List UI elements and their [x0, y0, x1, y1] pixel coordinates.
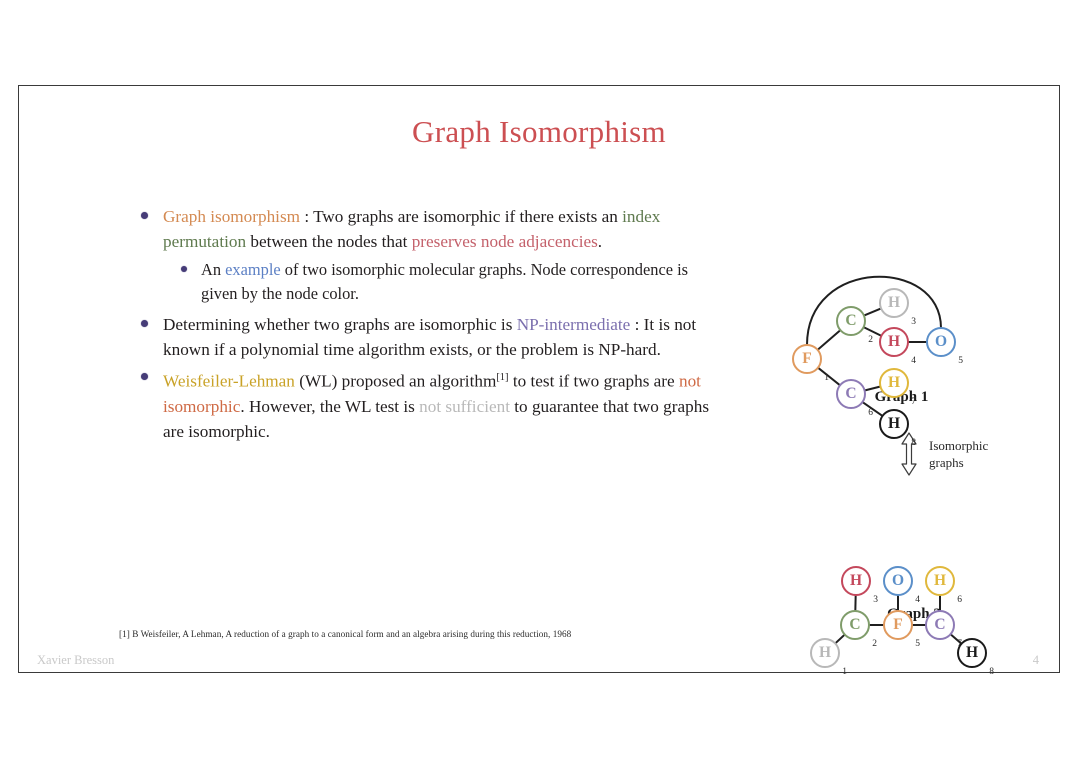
graph-node-h-7: H7	[879, 368, 916, 407]
graph-node-index: 8	[911, 438, 916, 448]
bullet-item-1-sub: An example of two isomorphic molecular g…	[129, 258, 719, 306]
graph-node-h-3: H3	[879, 288, 916, 327]
graph-node-h-8: H8	[879, 409, 916, 448]
graph-node-index: 4	[911, 356, 916, 366]
graph-node-h-4: H4	[879, 327, 916, 366]
graph-node-index: 6	[868, 408, 873, 418]
page-title: Graph Isomorphism	[412, 114, 666, 149]
graph-node-label: H	[933, 572, 947, 589]
term-graph-isomorphism: Graph isomorphism	[163, 207, 301, 226]
graph-node-label: H	[887, 374, 901, 391]
term-weisfeiler-lehman: Weisfeiler-Lehman	[163, 371, 295, 391]
graph-node-label: H	[818, 644, 832, 661]
graph-node-index: 8	[989, 667, 994, 677]
graph-node-label: H	[887, 415, 901, 432]
term-preserves-node-adjacencies: preserves node adjacencies	[411, 232, 598, 251]
graph-node-index: 4	[915, 595, 920, 605]
graph-node-label: H	[887, 333, 901, 350]
graph-node-label: O	[934, 333, 948, 350]
graph-node-index: 2	[872, 639, 877, 649]
graph-node-f-5: F5	[883, 610, 920, 649]
graph-node-label: C	[934, 616, 946, 633]
graph-node-c-2: C2	[836, 306, 873, 345]
graph-node-label: H	[849, 572, 863, 589]
term-example: example	[225, 260, 281, 279]
graph-node-f-1: F1	[792, 344, 829, 383]
term-not-sufficient: not sufficient	[419, 396, 510, 416]
graph-1-edges	[806, 275, 942, 417]
graph-node-label: H	[887, 294, 901, 311]
footer-page-number: 4	[1032, 653, 1039, 667]
bullet-item-3: Weisfeiler-Lehman (WL) proposed an algor…	[129, 365, 719, 444]
graph-node-index: 3	[873, 595, 878, 605]
graph-node-h-8: H8	[957, 638, 994, 677]
graph-node-index: 2	[868, 335, 873, 345]
graph-node-index: 5	[915, 639, 920, 649]
bullet-2-text-0: Determining whether two graphs are isomo…	[163, 315, 517, 334]
graph-node-label: C	[845, 312, 857, 329]
graph-edge	[863, 307, 882, 317]
graph-node-c-2: C2	[840, 610, 877, 649]
graph-1-figure: F1C2H3H4O5C6H7H8 Graph 1	[779, 204, 1024, 448]
graph-node-index: 7	[911, 397, 916, 407]
graph-node-label: H	[965, 644, 979, 661]
graph-node-index: 1	[824, 373, 829, 383]
bullet-1-text-3: .	[597, 232, 603, 251]
graph-node-h-6: H6	[925, 566, 962, 605]
bullet-1-text-2: between the nodes that	[246, 232, 412, 251]
graph-node-label: F	[893, 616, 903, 633]
graph-edge	[834, 633, 846, 645]
isomorphic-marker-line-1: Isomorphic	[929, 437, 989, 453]
graph-node-index: 6	[957, 595, 962, 605]
bullet-1-text-1: : Two graphs are isomorphic if there exi…	[300, 207, 623, 226]
graph-node-label: C	[849, 616, 861, 633]
graph-node-o-5: O5	[926, 327, 963, 366]
isomorphic-marker-line-2: graphs	[929, 454, 964, 470]
graph-2-figure: H1C2H3O4F5H6C7H8 Graph 2	[799, 481, 1029, 677]
bullet-item-1: Graph isomorphism : Two graphs are isomo…	[129, 204, 719, 254]
graph-node-index: 1	[842, 667, 847, 677]
footnote-reference: [1] B Weisfeiler, A Lehman, A reduction …	[119, 629, 572, 639]
bullet-dot-icon	[141, 320, 148, 327]
graph-node-h-3: H3	[841, 566, 878, 605]
isomorphic-marker: Isomorphic graphs	[899, 426, 1039, 481]
bullet-3-text-2: . However, the WL test is	[240, 396, 420, 416]
graph-node-label: O	[891, 572, 905, 589]
graph-node-h-1: H1	[810, 638, 847, 677]
footnote-marker: [1]	[496, 372, 509, 383]
graph-node-c-6: C6	[836, 379, 873, 418]
bullet-dot-icon	[141, 373, 148, 380]
graph-node-index: 3	[911, 317, 916, 327]
footer-author: Xavier Bresson	[37, 653, 115, 667]
slide-body: Graph isomorphism : Two graphs are isomo…	[129, 204, 719, 447]
bullet-item-2: Determining whether two graphs are isomo…	[129, 312, 719, 362]
graph-node-c-7: C7	[925, 610, 962, 649]
graph-node-label: F	[802, 350, 812, 367]
graph-node-label: C	[845, 385, 857, 402]
bullet-dot-icon	[141, 212, 148, 219]
term-np-intermediate: NP-intermediate	[516, 315, 631, 334]
slide-frame: Graph Isomorphism Graph isomorphism : Tw…	[18, 85, 1060, 677]
graph-node-index: 5	[958, 356, 963, 366]
graph-edge	[817, 366, 841, 387]
bullet-3-text-1: to test if two graphs are	[508, 371, 679, 391]
isomorphic-marker-label: Isomorphic graphs	[929, 437, 988, 471]
graph-node-o-4: O4	[883, 566, 920, 605]
bullet-dot-icon	[181, 266, 187, 272]
graph-2-caption: Graph 2	[887, 606, 941, 622]
bullet-3-text-0: (WL) proposed an algorithm	[294, 371, 497, 391]
double-arrow-vertical-icon	[901, 431, 917, 476]
graph-edge	[816, 329, 842, 351]
bullet-1-sub-text-0: An	[201, 260, 226, 279]
